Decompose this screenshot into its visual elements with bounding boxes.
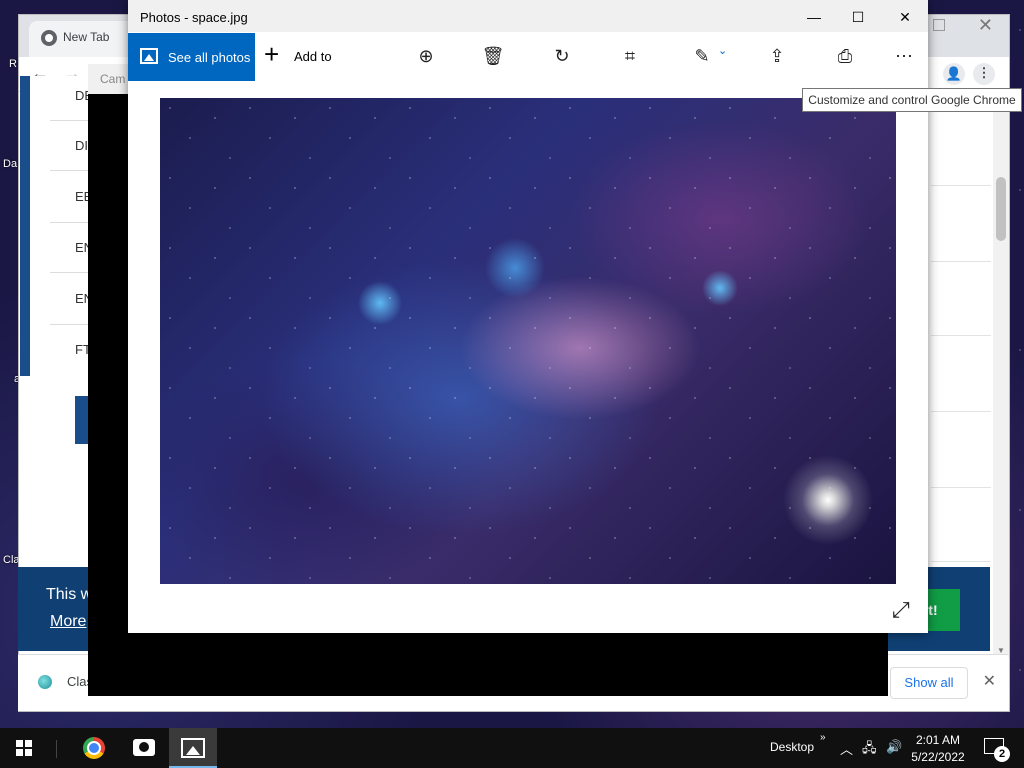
full-screen-icon[interactable]: ⤢	[892, 597, 910, 623]
photos-command-bar: See all photos + Add to ⊕ 🗑 ↻ ⌗ ✎ ⌄ ⇪ ⎙ …	[128, 32, 928, 82]
chrome-favicon-icon	[41, 30, 57, 46]
photos-icon	[140, 48, 158, 64]
more-options-icon[interactable]: ⋯	[892, 44, 916, 68]
edit-icon[interactable]: ✎	[690, 44, 714, 68]
network-icon[interactable]: 🖧	[862, 739, 877, 761]
photos-icon	[181, 738, 205, 758]
list-item[interactable]: DI	[75, 138, 88, 153]
divider	[931, 185, 991, 186]
taskbar-photos[interactable]	[169, 728, 217, 768]
taskbar: Desktop » ︿ 🖧 🔊 2:01 AM 5/22/2022 2	[0, 728, 1024, 768]
chrome-menu-tooltip: Customize and control Google Chrome	[802, 88, 1022, 112]
add-to-label: Add to	[294, 49, 332, 64]
delete-icon[interactable]: 🗑	[481, 44, 505, 68]
photo-stars	[160, 98, 896, 584]
maximize-button[interactable]: ☐	[835, 4, 881, 30]
divider	[50, 272, 90, 273]
divider	[50, 120, 90, 121]
chrome-menu-button[interactable]: ⋮	[973, 63, 995, 85]
crop-icon[interactable]: ⌗	[618, 44, 642, 68]
clock-time[interactable]: 2:01 AM	[910, 733, 966, 747]
divider	[931, 411, 991, 412]
taskbar-chrome[interactable]	[70, 728, 118, 768]
taskbar-separator	[56, 740, 57, 758]
toolbar-expand-icon[interactable]: »	[820, 732, 826, 743]
photos-titlebar: Photos - space.jpg — ☐ ✕	[128, 0, 928, 32]
divider	[50, 170, 90, 171]
windows-start-icon[interactable]	[16, 740, 32, 756]
close-downloads-icon[interactable]: ✕	[983, 671, 996, 691]
show-all-button[interactable]: Show all	[890, 667, 968, 699]
divider	[931, 487, 991, 488]
zoom-icon[interactable]: ⊕	[414, 44, 438, 68]
banner-text: This w	[46, 586, 93, 603]
scrollbar-thumb[interactable]	[996, 177, 1006, 241]
page-scrollbar[interactable]: ▼	[993, 91, 1009, 657]
tab-label: New Tab	[63, 30, 110, 44]
show-hidden-icons-chevron-icon[interactable]: ︿	[840, 739, 853, 758]
divider	[931, 561, 991, 562]
camera-icon	[133, 739, 155, 756]
notification-count-badge: 2	[994, 746, 1010, 762]
blue-sidebar-bar	[20, 76, 30, 376]
page-left-column: DE DI EE EN EN FT	[20, 76, 95, 456]
minimize-button[interactable]: —	[791, 4, 837, 30]
clock-date[interactable]: 5/22/2022	[908, 750, 968, 764]
desktop-icon-label[interactable]: R	[9, 58, 17, 70]
rotate-icon[interactable]: ↻	[550, 44, 574, 68]
close-icon[interactable]: ✕	[978, 15, 993, 36]
desktop-toolbar-label[interactable]: Desktop	[770, 740, 814, 754]
plus-icon: +	[264, 39, 280, 69]
photo-image	[160, 98, 896, 584]
desktop-icon-label[interactable]: Da	[3, 158, 17, 170]
window-title: Photos - space.jpg	[140, 10, 248, 25]
see-all-label: See all photos	[168, 50, 251, 65]
close-button[interactable]: ✕	[882, 4, 928, 30]
download-file-icon	[38, 675, 52, 689]
print-icon[interactable]: ⎙	[833, 44, 857, 68]
divider	[931, 335, 991, 336]
maximize-icon[interactable]	[933, 19, 945, 31]
divider	[931, 261, 991, 262]
chevron-down-icon[interactable]: ⌄	[718, 44, 727, 57]
banner-more-link[interactable]: More	[50, 613, 86, 631]
volume-icon[interactable]: 🔊	[886, 739, 902, 755]
divider	[50, 324, 90, 325]
taskbar-camera[interactable]	[120, 728, 168, 768]
share-icon[interactable]: ⇪	[765, 44, 789, 68]
chrome-icon	[83, 737, 105, 759]
divider	[50, 222, 90, 223]
see-all-photos-button[interactable]: See all photos	[128, 33, 255, 81]
profile-icon[interactable]: 👤	[943, 63, 965, 85]
